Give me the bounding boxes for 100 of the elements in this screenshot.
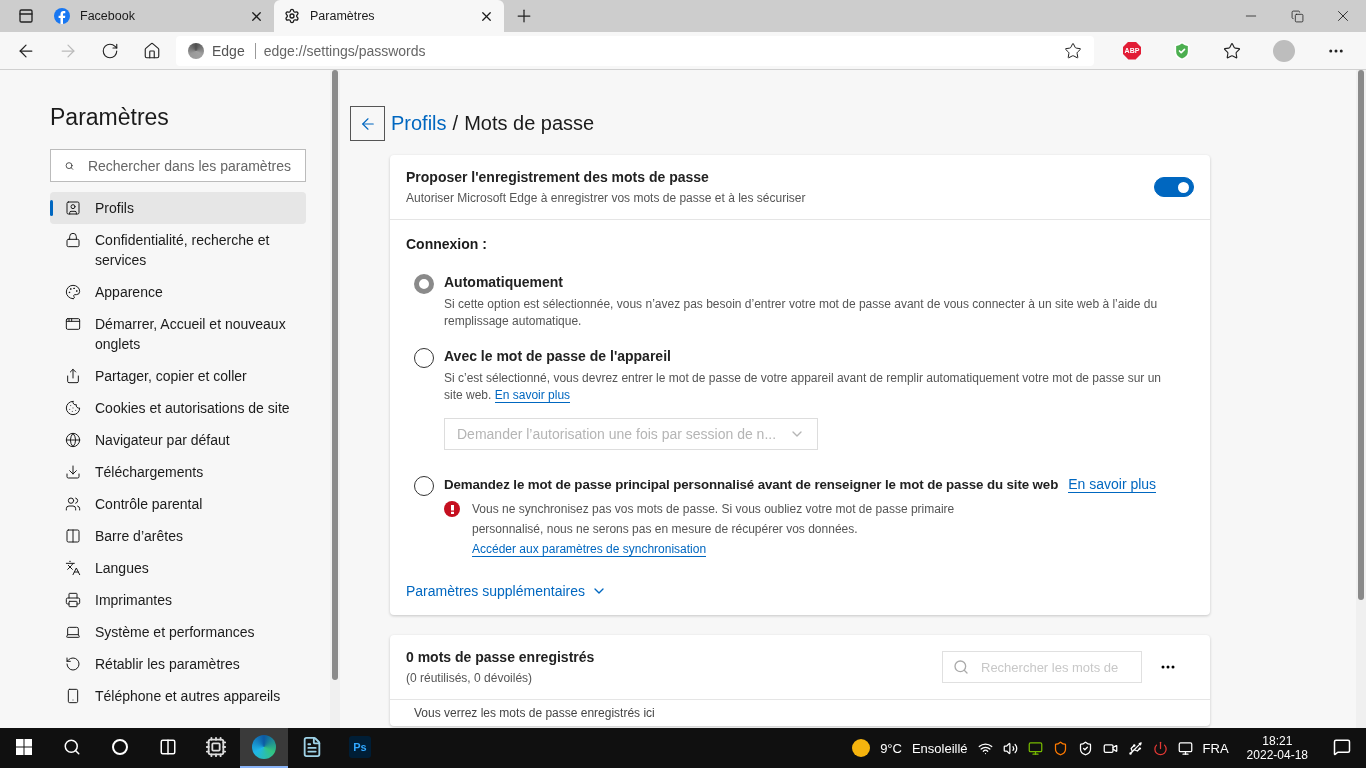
lock-icon [65,232,81,248]
sidebar-item[interactable]: Confidentialité, recherche et services [50,224,306,276]
clock: 18:21 2022-04-18 [1245,734,1309,762]
taskbar-app[interactable]: Ps [336,728,384,768]
monitor-icon[interactable] [1027,740,1043,756]
network-icon[interactable] [1177,740,1193,756]
usb-icon[interactable] [1127,740,1143,756]
breadcrumb-current: Mots de passe [464,112,595,135]
back-button[interactable] [350,106,385,141]
sidebar-label: Confidentialité, recherche et services [95,231,271,270]
browser-icon [188,42,204,59]
logo-icon [54,8,70,24]
browser-icon [252,735,276,759]
url-text: edge://settings/passwords [263,42,427,59]
sidebar-item[interactable]: Apparence [50,276,306,308]
people-icon [65,496,81,512]
sidebar-label: Imprimantes [95,591,173,610]
phone-icon [65,688,81,704]
learn-more-link[interactable]: En savoir plus [494,388,571,403]
palette-icon [65,284,81,300]
sync-settings-link[interactable]: Accéder aux paramètres de synchronisation [472,542,707,557]
profile-icon [65,200,81,216]
radio-button[interactable] [414,274,434,294]
download-icon [65,464,81,480]
sidebar-item[interactable]: Profils [50,192,306,224]
address-field[interactable]: Edge edge://settings/passwords [176,35,1094,66]
sidebar-label: Partager, copier et coller [95,367,247,386]
option-label: Avec le mot de passe de l'appareil [444,348,672,364]
avatar-icon [1273,39,1295,62]
weather-condition: Ensoleillé [911,740,968,756]
sidebar-item[interactable]: Téléchargements [50,456,306,488]
cookie-icon [65,400,81,416]
circle-icon [112,739,128,755]
shield-icon[interactable] [1052,740,1068,756]
language-icon [65,560,81,576]
power-icon[interactable] [1152,740,1168,756]
breadcrumb-separator: / [452,112,459,135]
card-subtitle: (0 réutilisés, 0 dévoilés) [406,671,534,685]
settings-icon [284,8,300,24]
empty-message: Vous verrez les mots de passe enregistrés ici [413,705,656,722]
sidebar-label: Système et performances [95,623,255,642]
app-icon [205,736,227,758]
card-title: 0 mots de passe enregistrés [406,649,596,665]
sidebar-label: Apparence [95,283,163,302]
more-settings-button[interactable]: Paramètres supplémentaires [406,577,607,605]
sidebar-item[interactable]: Navigateur par défaut [50,424,306,456]
sidebar-item[interactable]: Langues [50,552,306,584]
sidebar-label: Langues [95,559,149,578]
sidebar-item[interactable]: Rétablir les paramètres [50,648,306,680]
warning-text: Vous ne synchronisez pas vos mots de passe. Si vous oubliez votre mot de passe primaire personnalisé, nous ne serons pas en mesure de récupérer vos données. Accéder aux paramètres de synchronisation [472,501,956,559]
sidebar-item[interactable]: Imprimantes [50,584,306,616]
toggle-switch[interactable] [1154,177,1194,197]
add-favorite-icon[interactable] [1064,41,1082,60]
sidebar-label: Navigateur par défaut [95,431,230,450]
sidebar-item[interactable]: Téléphone et autres appareils [50,680,306,712]
browser-tab[interactable]: Facebook [44,2,274,30]
option-description: Si c’est sélectionné, vous devrez entrer le mot de passe de votre appareil avant de remplir automatiquement votre mot de passe sur un site web. En savoir plus [444,370,1163,404]
sidebar-label: Cookies et autorisations de site [95,399,290,418]
share-icon [65,368,81,384]
sidebar-item[interactable]: Système et performances [50,616,306,648]
site-label: Edge [212,42,256,59]
windows-icon [16,739,32,755]
printer-icon [65,592,81,608]
shield-icon[interactable] [1077,740,1093,756]
browser-tab[interactable]: Paramètres [274,0,504,32]
option-label: Demandez le mot de passe principal personnalisé avant de renseigner le mot de passe du site web [444,477,1059,492]
learn-more-link[interactable]: En savoir plus [1068,476,1157,493]
breadcrumb-link[interactable]: Profils [391,112,447,135]
search-field[interactable]: Rechercher dans les paramètres [50,149,306,182]
sidebar-item[interactable]: Barre d’arêtes [50,520,306,552]
sidebar-item[interactable]: Cookies et autorisations de site [50,392,306,424]
wifi-icon[interactable] [977,740,993,756]
sidebar-item[interactable]: Démarrer, Accueil et nouveaux onglets [50,308,306,360]
notifications-icon [1333,738,1351,756]
reset-icon [65,656,81,672]
window-icon [65,316,81,332]
sidebar-label: Barre d’arêtes [95,527,183,546]
app-label: Ps [349,736,371,758]
search-icon [63,738,81,756]
sidebar-item[interactable]: Partager, copier et coller [50,360,306,392]
search-icon [953,659,969,675]
section-heading: Connexion : [406,236,488,252]
option-description: Si cette option est sélectionnée, vous n’avez pas besoin d’entrer votre mot de passe avant de vous connecter à un site web à l’aide du remplissage automatique. [444,296,1159,330]
more-icon [1161,665,1175,669]
warning-icon [444,501,460,517]
temperature: 9°C [880,740,902,756]
sidebar-item[interactable]: Contrôle parental [50,488,306,520]
page-title: Paramètres [50,104,170,131]
task-view-icon [159,738,177,756]
tab-title: Paramètres [310,9,376,23]
dropdown: Demander l’autorisation une fois par session de n... [444,418,818,450]
tab-title: Facebook [80,9,136,23]
notepad-icon [301,736,323,758]
columns-icon [65,528,81,544]
setting-title: Proposer l'enregistrement des mots de passe [406,169,710,185]
volume-icon[interactable] [1002,740,1018,756]
sun-icon [852,739,871,757]
laptop-icon [65,624,81,640]
language-indicator: FRA [1202,740,1229,756]
sidebar-label: Contrôle parental [95,495,203,514]
